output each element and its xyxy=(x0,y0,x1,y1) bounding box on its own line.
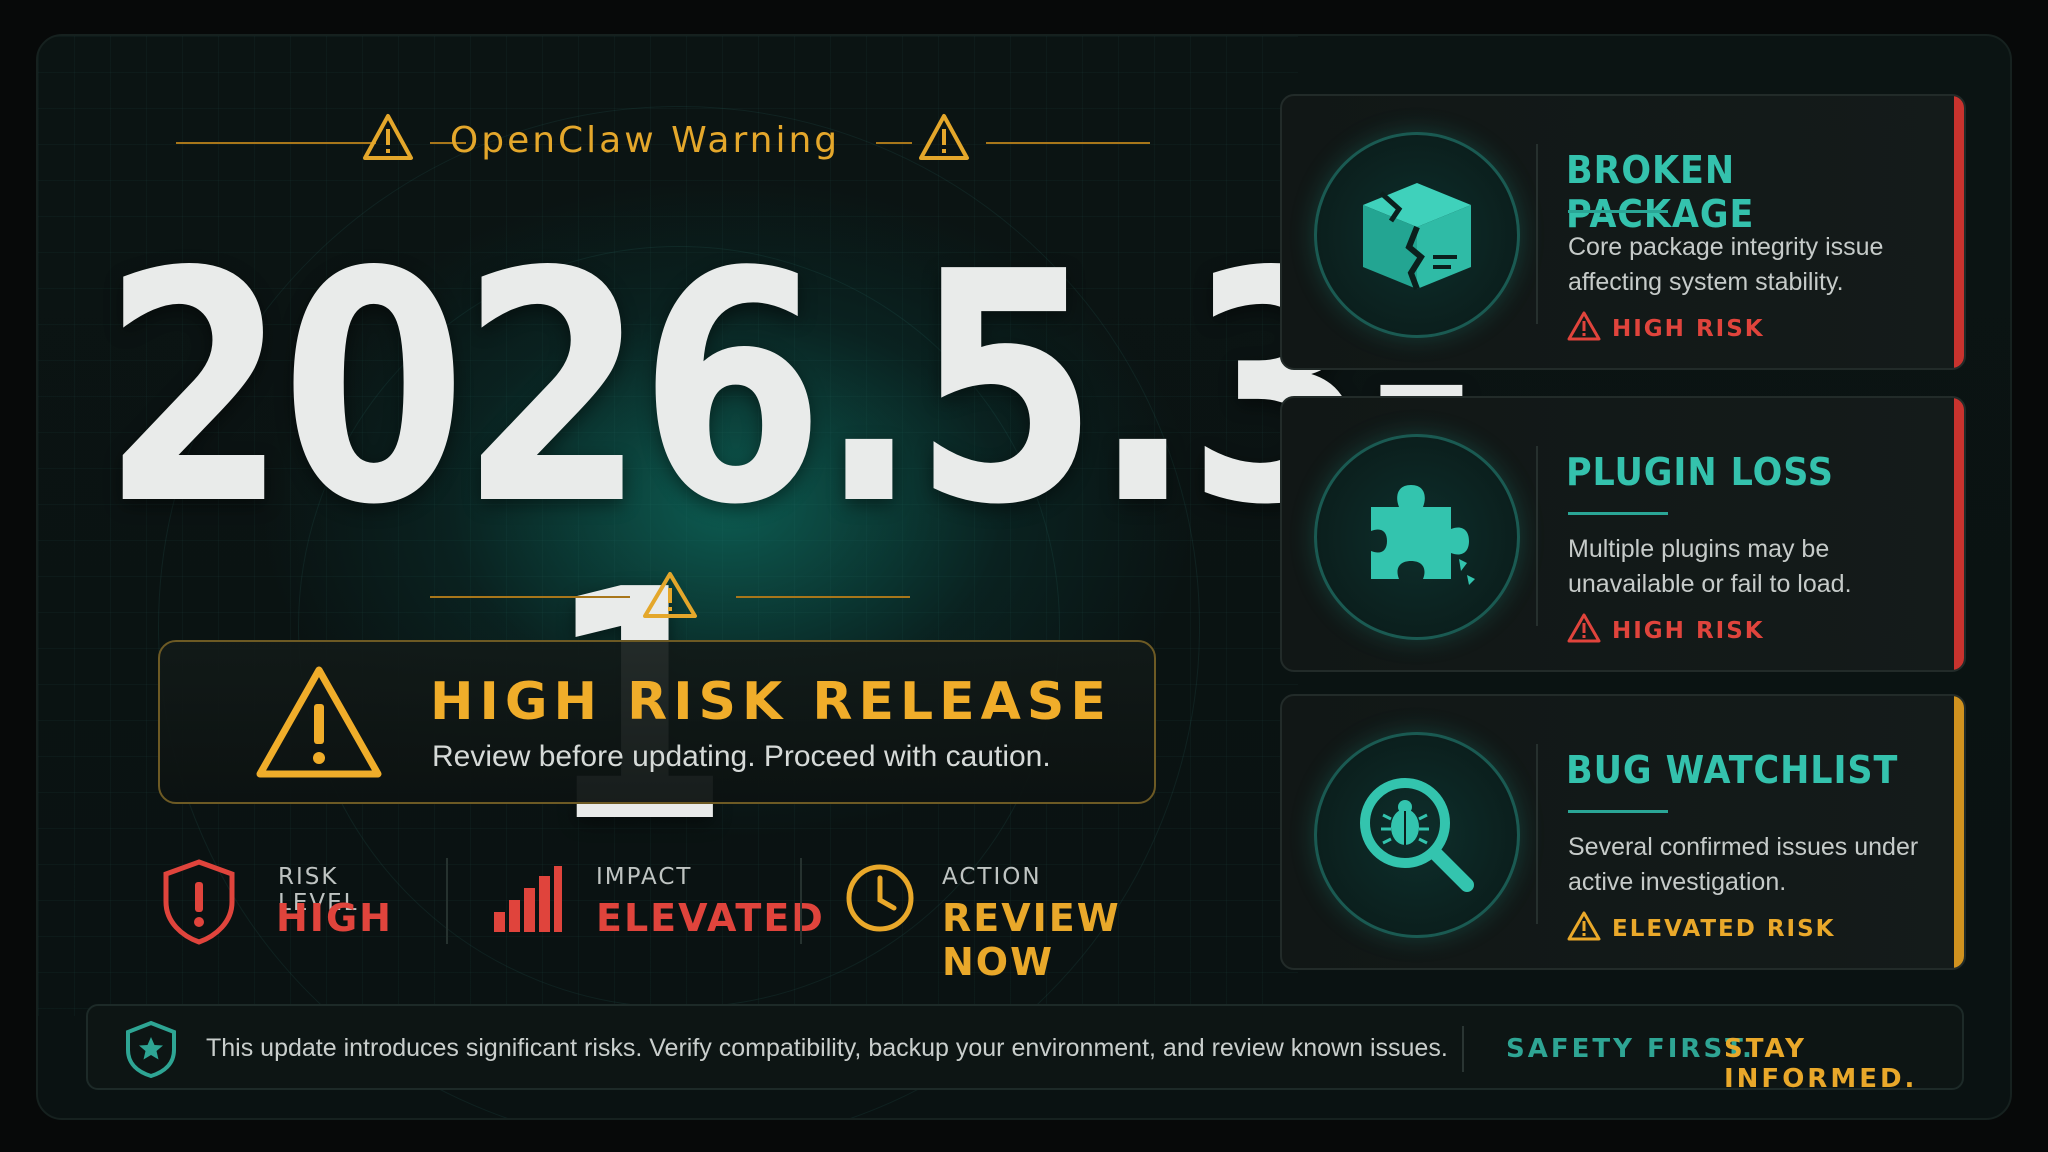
warning-triangle-icon xyxy=(1567,613,1601,643)
warning-triangle-icon xyxy=(1567,311,1601,341)
card-separator xyxy=(1536,144,1538,324)
footer-tag-informed: STAY INFORMED. xyxy=(1724,1034,1918,1094)
version-divider xyxy=(430,566,910,626)
card-accent-bar xyxy=(1954,96,1964,368)
shield-exclamation-icon xyxy=(163,859,235,945)
header-rule-right xyxy=(986,142,1150,144)
warning-triangle-icon xyxy=(256,666,382,778)
bar-chart-icon xyxy=(494,866,562,932)
clock-icon xyxy=(846,864,914,932)
stat-label: ACTION xyxy=(942,864,1042,890)
broken-box-icon xyxy=(1363,183,1471,291)
card-icon-circle xyxy=(1314,434,1520,640)
card-title-underline xyxy=(1568,810,1668,813)
alert-subtitle: Review before updating. Proceed with cau… xyxy=(432,740,1051,773)
card-title: PLUGIN LOSS xyxy=(1566,450,1834,494)
card-description: Multiple plugins may be unavailable or f… xyxy=(1568,535,1852,598)
shield-star-icon xyxy=(126,1020,176,1078)
card-risk-label: HIGH RISK xyxy=(1612,618,1765,644)
stat-risk-level: RISK LEVEL HIGH xyxy=(160,856,420,946)
puzzle-piece-icon xyxy=(1371,485,1475,585)
card-icon-circle xyxy=(1314,732,1520,938)
footer-tag-safety: SAFETY FIRST. xyxy=(1506,1034,1755,1064)
card-title: BROKEN PACKAGE xyxy=(1566,148,1755,236)
stat-impact: IMPACT ELEVATED xyxy=(490,856,823,946)
stat-value: REVIEW NOW xyxy=(942,896,1121,984)
issue-card-broken-package: BROKEN PACKAGE Core package integrity is… xyxy=(1280,94,1966,370)
card-title: BUG WATCHLIST xyxy=(1566,748,1899,792)
card-risk-label: ELEVATED RISK xyxy=(1612,916,1836,942)
card-accent-bar xyxy=(1954,696,1964,968)
stat-separator xyxy=(800,858,802,944)
card-risk-label: HIGH RISK xyxy=(1612,316,1765,342)
card-description: Several confirmed issues under active in… xyxy=(1568,833,1919,896)
bug-magnifier-icon xyxy=(1360,778,1474,892)
card-icon-circle xyxy=(1314,132,1520,338)
card-accent-bar xyxy=(1954,398,1964,670)
stat-value: ELEVATED xyxy=(596,896,825,940)
divider-rule-right xyxy=(736,596,910,598)
card-separator xyxy=(1536,744,1538,924)
stat-value: HIGH xyxy=(276,896,393,940)
card-title-underline xyxy=(1568,512,1668,515)
stat-separator xyxy=(446,858,448,944)
issue-card-plugin-loss: PLUGIN LOSS Multiple plugins may be unav… xyxy=(1280,396,1966,672)
stat-label: IMPACT xyxy=(596,864,693,890)
issue-card-bug-watchlist: BUG WATCHLIST Several confirmed issues u… xyxy=(1280,694,1966,970)
footer-separator xyxy=(1462,1026,1464,1072)
divider-rule-left xyxy=(430,596,630,598)
footer-banner: This update introduces significant risks… xyxy=(86,1004,1964,1094)
header-rule-short xyxy=(876,142,912,144)
footer-message: This update introduces significant risks… xyxy=(206,1034,1448,1062)
warning-triangle-icon xyxy=(643,572,697,618)
card-title-underline xyxy=(1568,210,1668,213)
card-description: Core package integrity issue affecting s… xyxy=(1568,233,1884,296)
header-warning: OpenClaw Warning xyxy=(140,112,1150,172)
stat-action: ACTION REVIEW NOW xyxy=(844,856,1174,984)
warning-triangle-icon xyxy=(919,114,969,160)
alert-title: HIGH RISK RELEASE xyxy=(430,672,1112,732)
card-separator xyxy=(1536,446,1538,626)
warning-triangle-icon xyxy=(1567,911,1601,941)
header-title: OpenClaw Warning xyxy=(449,120,841,161)
high-risk-alert: HIGH RISK RELEASE Review before updating… xyxy=(158,640,1156,804)
